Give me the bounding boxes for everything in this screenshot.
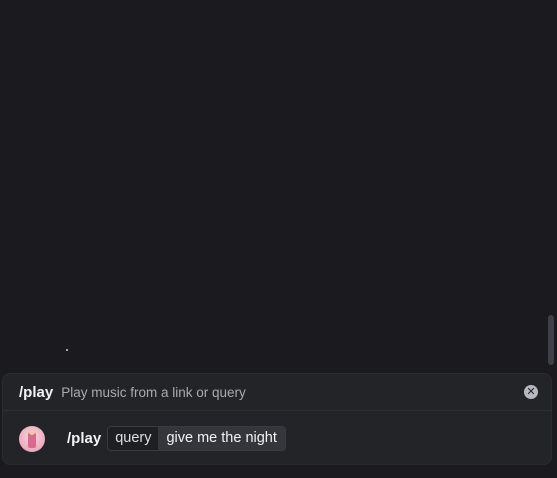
command-description: Play music from a link or query [61, 384, 246, 400]
command-input-row[interactable]: /play query give me the night [3, 411, 551, 466]
command-header: /play Play music from a link or query ✕ [3, 374, 551, 411]
option-value-input[interactable]: give me the night [158, 427, 285, 450]
command-name: /play [19, 383, 54, 401]
option-name: query [108, 427, 159, 450]
bot-avatar [19, 425, 45, 452]
option-pill-query[interactable]: query give me the night [107, 426, 286, 451]
stray-pixel-dot [66, 349, 68, 351]
close-icon[interactable]: ✕ [524, 385, 538, 399]
scrollbar-thumb[interactable] [548, 315, 554, 365]
avatar-head [29, 428, 35, 435]
slash-command-panel: /play Play music from a link or query ✕ … [2, 373, 552, 465]
input-command: /play [67, 430, 102, 447]
chat-messages-area [0, 0, 557, 372]
